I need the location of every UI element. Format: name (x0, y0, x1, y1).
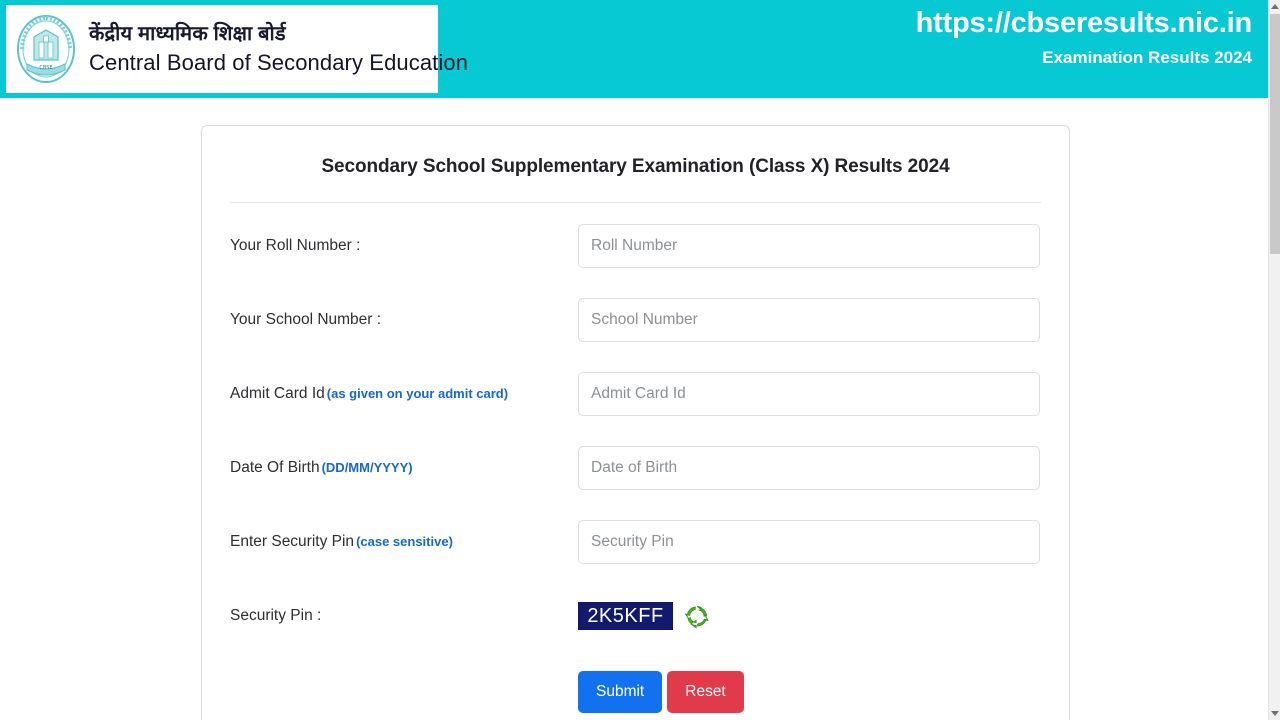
form-row-actions: Submit Reset (230, 653, 1041, 720)
label-date-of-birth-hint: (DD/MM/YYYY) (321, 460, 413, 475)
security-pin-input[interactable] (578, 520, 1040, 564)
label-school-number: Your School Number : (230, 311, 578, 329)
label-date-of-birth: Date Of Birth (DD/MM/YYYY) (230, 459, 578, 477)
form-row-school-number: Your School Number : (230, 283, 1041, 357)
result-form: Your Roll Number : Your School Number : … (202, 209, 1069, 720)
header-right-block: https://cbseresults.nic.in Examination R… (915, 7, 1253, 68)
label-admit-card-id-text: Admit Card Id (230, 385, 325, 402)
board-logo-box: CBSE केंद्रीय माध्यमिक शिक्षा बोर्ड Cent… (6, 5, 468, 93)
board-names: केंद्रीय माध्यमिक शिक्षा बोर्ड Central B… (89, 23, 468, 75)
label-roll-number: Your Roll Number : (230, 237, 578, 255)
exam-subtitle: Examination Results 2024 (1042, 47, 1252, 67)
refresh-icon[interactable] (684, 603, 710, 629)
submit-button[interactable]: Submit (578, 671, 663, 713)
label-captcha: Security Pin : (230, 607, 578, 625)
form-row-roll-number: Your Roll Number : (230, 209, 1041, 283)
label-admit-card-id: Admit Card Id (as given on your admit car… (230, 385, 578, 403)
scroll-down-arrow-icon[interactable] (1271, 711, 1279, 716)
scroll-up-arrow-icon[interactable] (1271, 4, 1279, 9)
site-header: CBSE केंद्रीय माध्यमिक शिक्षा बोर्ड Cent… (0, 0, 1268, 98)
scrollbar-thumb[interactable] (1270, 14, 1280, 254)
field-school-number-wrap (578, 298, 1041, 342)
admit-card-id-input[interactable] (578, 372, 1040, 416)
school-number-input[interactable] (578, 298, 1040, 342)
label-security-pin-text: Enter Security Pin (230, 533, 355, 550)
field-admit-card-id-wrap (578, 372, 1041, 416)
site-url: https://cbseresults.nic.in (915, 7, 1253, 39)
roll-number-input[interactable] (578, 224, 1040, 268)
cbse-emblem-icon: CBSE (13, 12, 79, 86)
form-row-date-of-birth: Date Of Birth (DD/MM/YYYY) (230, 431, 1041, 505)
form-row-admit-card-id: Admit Card Id (as given on your admit car… (230, 357, 1041, 431)
form-row-captcha: Security Pin : 2K5KFF (230, 579, 1041, 653)
label-date-of-birth-text: Date Of Birth (230, 459, 320, 476)
captcha-wrap: 2K5KFF (578, 602, 1041, 630)
svg-text:CBSE: CBSE (39, 65, 52, 71)
board-name-hindi: केंद्रीय माध्यमिक शिक्षा बोर्ड (89, 22, 286, 45)
label-admit-card-id-hint: (as given on your admit card) (326, 386, 509, 401)
page-title: Secondary School Supplementary Examinati… (321, 156, 950, 177)
title-divider (230, 202, 1041, 203)
form-row-security-pin: Enter Security Pin (case sensitive) (230, 505, 1041, 579)
action-buttons: Submit Reset (578, 671, 1041, 713)
field-roll-number-wrap (578, 224, 1041, 268)
result-form-card: Secondary School Supplementary Examinati… (201, 125, 1070, 720)
reset-button[interactable]: Reset (667, 671, 744, 713)
label-roll-number-text: Your Roll Number : (230, 237, 361, 254)
label-captcha-text: Security Pin : (230, 607, 322, 624)
captcha-image: 2K5KFF (578, 602, 673, 630)
page-scrollbar[interactable] (1268, 0, 1280, 720)
board-name-english: Central Board of Secondary Education (89, 49, 469, 75)
field-security-pin-wrap (578, 520, 1041, 564)
date-of-birth-input[interactable] (578, 446, 1040, 490)
label-security-pin: Enter Security Pin (case sensitive) (230, 533, 578, 551)
field-date-of-birth-wrap (578, 446, 1041, 490)
label-security-pin-hint: (case sensitive) (356, 534, 453, 549)
page-root: CBSE केंद्रीय माध्यमिक शिक्षा बोर्ड Cent… (0, 0, 1280, 720)
label-school-number-text: Your School Number : (230, 311, 382, 328)
